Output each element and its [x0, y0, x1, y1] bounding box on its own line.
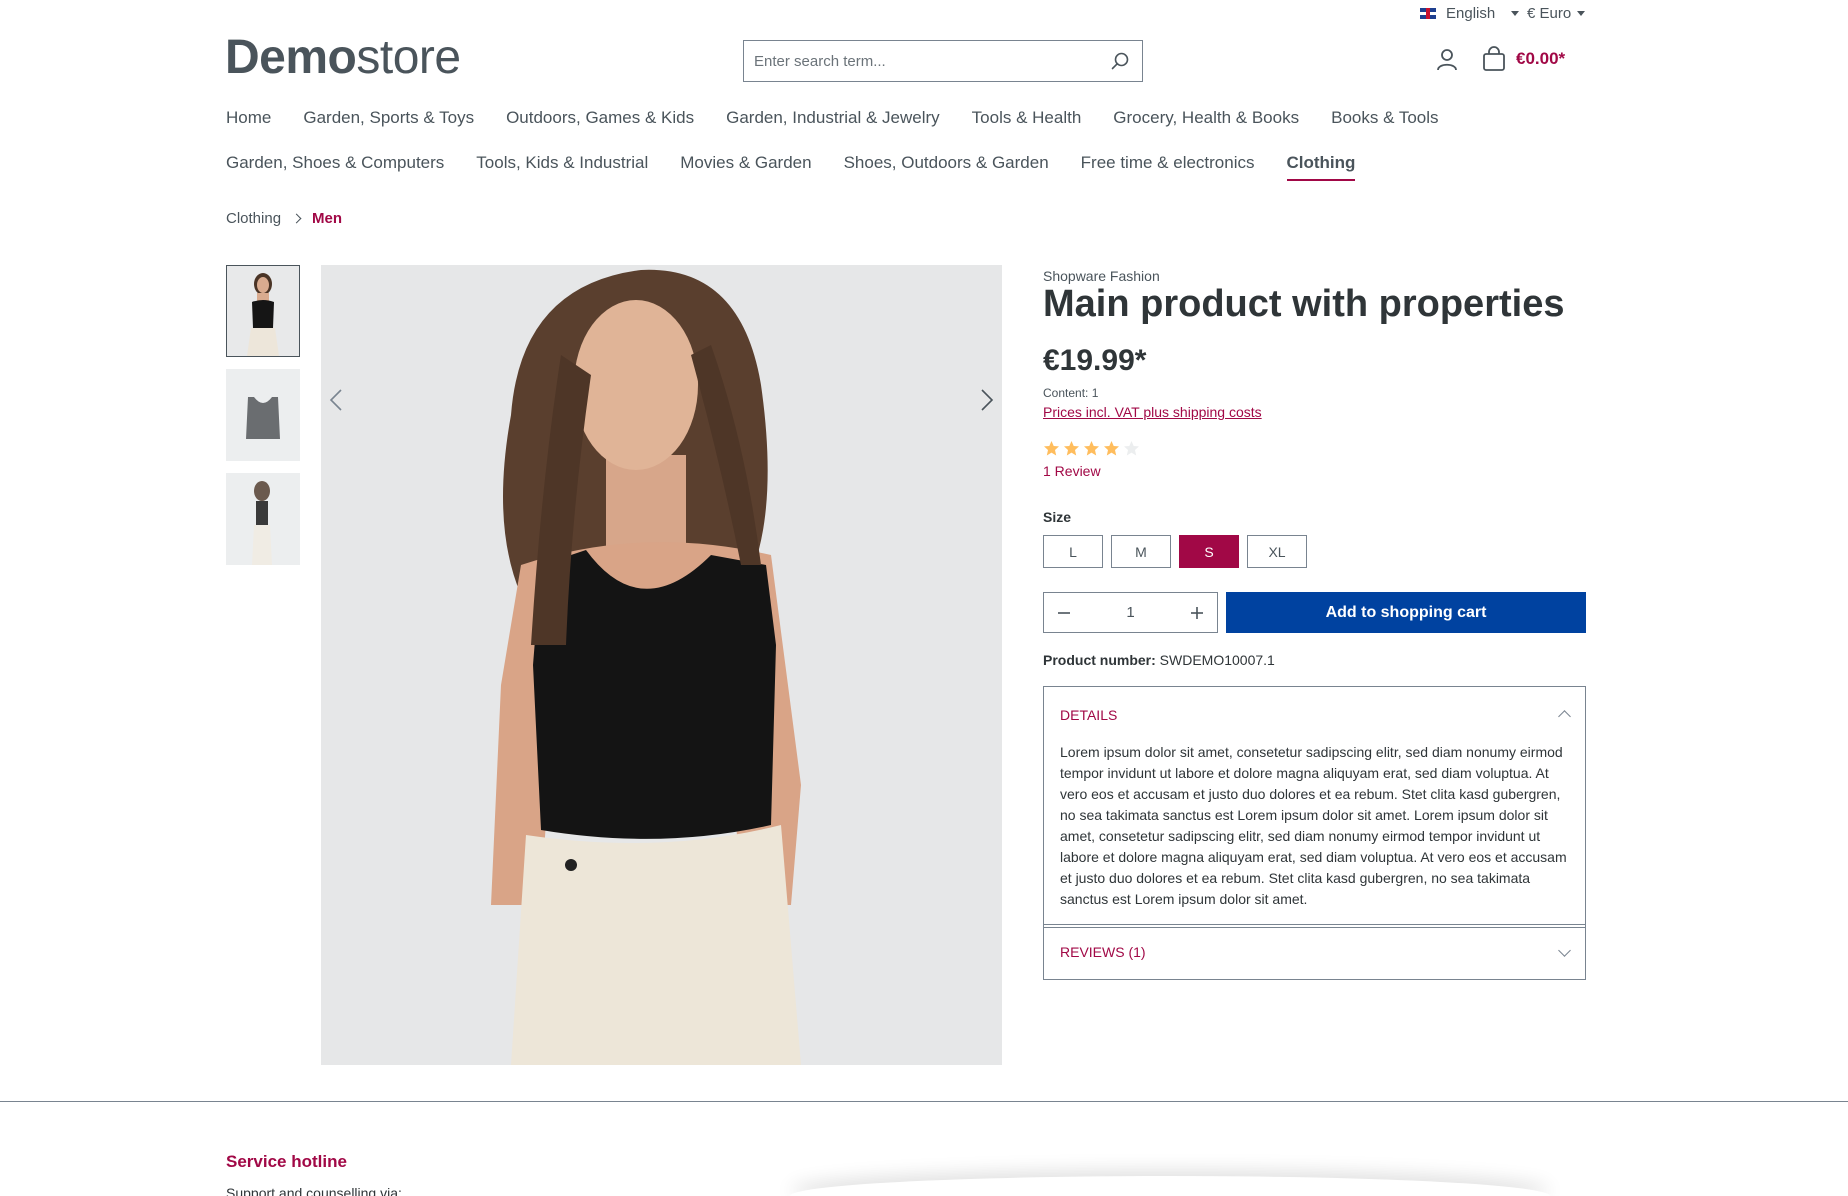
footer-divider [0, 1101, 1848, 1102]
chevron-up-icon [1558, 710, 1571, 723]
cart-button[interactable]: €0.00* [1482, 46, 1565, 72]
service-hotline-heading: Service hotline [226, 1152, 347, 1171]
details-text: Lorem ipsum dolor sit amet, consetetur s… [1060, 744, 1567, 907]
thumbnail-1[interactable] [226, 265, 300, 357]
account-button[interactable] [1434, 47, 1460, 73]
language-selector[interactable]: English [1420, 5, 1520, 22]
nav-item-tools-kids-industrial[interactable]: Tools, Kids & Industrial [476, 153, 648, 181]
size-option-s[interactable]: S [1179, 535, 1239, 568]
product-number-value: SWDEMO10007.1 [1159, 652, 1275, 668]
star-empty-icon [1124, 441, 1139, 456]
size-option-m[interactable]: M [1111, 535, 1171, 568]
nav-item-shoes-outdoors-garden[interactable]: Shoes, Outdoors & Garden [844, 153, 1049, 181]
product-content: Content: 1 [1043, 386, 1099, 400]
cart-total: €0.00* [1516, 49, 1566, 68]
thumbnail-image [226, 369, 300, 461]
quantity-stepper: 1 [1043, 592, 1218, 633]
top-bar: English € Euro [0, 0, 1848, 30]
user-icon [1437, 49, 1457, 71]
product-price: €19.99* [1043, 344, 1147, 377]
vat-shipping-link[interactable]: Prices incl. VAT plus shipping costs [1043, 404, 1262, 420]
manufacturer-name[interactable]: Shopware Fashion [1043, 268, 1160, 284]
thumbnail-image [227, 266, 299, 356]
chevron-down-icon [1577, 11, 1586, 16]
size-options: L M S XL [1043, 535, 1307, 568]
add-to-cart-button[interactable]: Add to shopping cart [1226, 592, 1586, 633]
main-nav-row-1: Home Garden, Sports & Toys Outdoors, Gam… [226, 108, 1626, 134]
nav-item-outdoors-games-kids[interactable]: Outdoors, Games & Kids [506, 108, 694, 134]
thumbnail-3[interactable] [226, 473, 300, 565]
thumbnail-2[interactable] [226, 369, 300, 461]
search-input[interactable] [744, 41, 1098, 81]
details-title: DETAILS [1060, 706, 1118, 723]
breadcrumb-item-men[interactable]: Men [312, 210, 342, 227]
nav-item-books-tools[interactable]: Books & Tools [1331, 108, 1438, 134]
gallery-prev-button[interactable] [321, 367, 351, 433]
thumbnail-image [226, 473, 300, 565]
plus-icon[interactable] [1189, 605, 1205, 621]
gallery-next-button[interactable] [972, 367, 1002, 433]
store-logo[interactable]: Demostore [225, 30, 461, 85]
chevron-right-icon [291, 213, 302, 224]
product-number: Product number: SWDEMO10007.1 [1043, 652, 1275, 668]
star-filled-icon [1044, 441, 1059, 456]
product-number-label: Product number: [1043, 652, 1156, 668]
review-count-link[interactable]: 1 Review [1043, 463, 1101, 479]
search-button[interactable] [1098, 41, 1142, 81]
currency-label: € Euro [1527, 5, 1572, 22]
search-box [743, 40, 1143, 82]
reviews-accordion-header[interactable]: REVIEWS (1) [1043, 924, 1586, 980]
nav-item-garden-industrial-jewelry[interactable]: Garden, Industrial & Jewelry [726, 108, 940, 134]
details-accordion-header[interactable]: DETAILS [1044, 687, 1585, 742]
nav-item-grocery-health-books[interactable]: Grocery, Health & Books [1113, 108, 1299, 134]
rating-stars [1043, 440, 1140, 457]
uk-flag-icon [1420, 8, 1436, 19]
nav-item-clothing[interactable]: Clothing [1286, 153, 1356, 181]
nav-item-home[interactable]: Home [226, 108, 271, 134]
chevron-right-icon [981, 389, 994, 411]
size-option-xl[interactable]: XL [1247, 535, 1307, 568]
size-label: Size [1043, 509, 1072, 525]
shopping-bag-icon [1483, 46, 1505, 71]
product-title: Main product with properties [1043, 283, 1565, 325]
reviews-title: REVIEWS (1) [1060, 944, 1146, 960]
nav-item-garden-shoes-computers[interactable]: Garden, Shoes & Computers [226, 153, 444, 181]
star-filled-icon [1064, 441, 1079, 456]
details-accordion: DETAILS Lorem ipsum dolor sit amet, cons… [1043, 686, 1586, 928]
language-label: English [1446, 5, 1496, 22]
nav-item-movies-garden[interactable]: Movies & Garden [680, 153, 811, 181]
support-text: Support and counselling via: [226, 1185, 402, 1196]
star-filled-icon [1104, 441, 1119, 456]
product-main-image [321, 265, 1002, 1065]
chevron-down-icon [1511, 11, 1520, 16]
currency-selector[interactable]: € Euro [1527, 5, 1586, 22]
chevron-left-icon [329, 389, 342, 411]
nav-item-free-time-electronics[interactable]: Free time & electronics [1081, 153, 1255, 181]
search-icon [1111, 52, 1129, 70]
logo-light-text: store [356, 31, 461, 84]
nav-item-garden-sports-toys[interactable]: Garden, Sports & Toys [303, 108, 474, 134]
overlay-shadow [790, 1176, 1550, 1196]
nav-item-tools-health[interactable]: Tools & Health [972, 108, 1082, 134]
breadcrumb-item-clothing[interactable]: Clothing [226, 210, 281, 227]
minus-icon[interactable] [1056, 605, 1072, 621]
product-photo [321, 265, 1002, 1065]
star-filled-icon [1084, 441, 1099, 456]
breadcrumb: Clothing Men [226, 210, 342, 227]
size-option-l[interactable]: L [1043, 535, 1103, 568]
logo-bold-text: Demo [225, 31, 357, 84]
main-nav-row-2: Garden, Shoes & Computers Tools, Kids & … [226, 153, 1626, 181]
quantity-value[interactable]: 1 [1126, 604, 1134, 621]
chevron-down-icon [1558, 943, 1571, 957]
